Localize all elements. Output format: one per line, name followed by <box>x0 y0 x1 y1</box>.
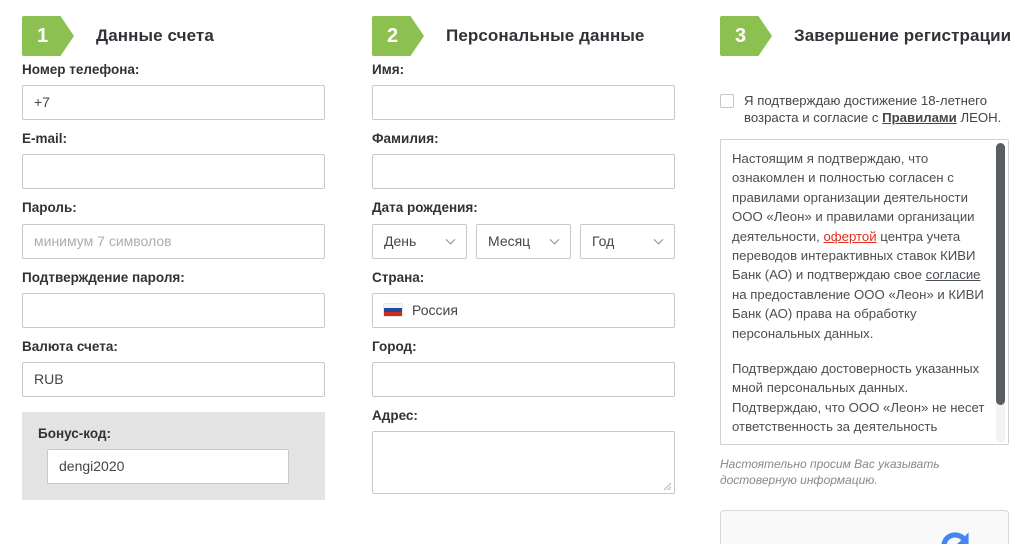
terms-scroll-box[interactable]: Настоящим я подтверждаю, что ознакомлен … <box>720 139 1009 445</box>
phone-label: Номер телефона: <box>22 62 140 77</box>
currency-input[interactable]: RUB <box>22 361 325 397</box>
field-phone: Номер телефона: +7 <box>22 62 360 121</box>
birth-day-value: День <box>384 233 417 250</box>
step-2-header: 2 Персональные данные <box>372 0 710 62</box>
field-birth-date: Дата рождения: День Месяц Год <box>372 200 710 259</box>
password-confirm-label: Подтверждение пароля: <box>22 269 185 285</box>
bonus-code-input[interactable]: dengi2020 <box>47 448 289 484</box>
age-consent-checkbox[interactable] <box>720 94 734 108</box>
step-3-header: 3 Завершение регистрации <box>720 0 1012 62</box>
city-input[interactable] <box>372 361 675 397</box>
phone-input[interactable]: +7 <box>22 85 325 121</box>
bonus-code-label: Бонус-код: <box>38 425 111 441</box>
field-last-name: Фамилия: <box>372 131 710 190</box>
registration-form: 1 Данные счета Номер телефона: +7 E-mail… <box>0 0 1024 560</box>
birth-year-value: Год <box>592 233 615 250</box>
bonus-code-panel: Бонус-код: dengi2020 <box>22 411 325 500</box>
step-1-title: Данные счета <box>96 26 214 45</box>
field-first-name: Имя: <box>372 62 710 121</box>
city-label: Город: <box>372 338 417 354</box>
consent-link[interactable]: согласие <box>926 267 981 282</box>
recaptcha-icon <box>941 532 969 544</box>
step-2-title: Персональные данные <box>446 26 645 45</box>
first-name-label: Имя: <box>372 62 405 77</box>
consent-text-part2: ЛЕОН. <box>956 110 1002 125</box>
column-account-data: 1 Данные счета Номер телефона: +7 E-mail… <box>0 0 360 560</box>
chevron-down-icon <box>444 235 457 248</box>
password-label: Пароль: <box>22 200 77 216</box>
last-name-label: Фамилия: <box>372 131 439 147</box>
country-value: Россия <box>412 302 458 319</box>
terms-paragraph-1: Настоящим я подтверждаю, что ознакомлен … <box>732 149 986 343</box>
step-1-header: 1 Данные счета <box>22 0 360 62</box>
field-password: Пароль: минимум 7 символов <box>22 200 360 259</box>
currency-label: Валюта счета: <box>22 338 118 354</box>
terms-paragraph-2: Подтверждаю достоверность указанных мной… <box>732 361 985 444</box>
column-personal-data: 2 Персональные данные Имя: Фамилия: Дата… <box>360 0 710 560</box>
first-name-input[interactable] <box>372 85 675 121</box>
terms-p1-c: на предоставление ООО «Леон» и КИВИ Банк… <box>732 286 984 341</box>
step-1-badge: 1 <box>22 16 74 56</box>
password-input[interactable]: минимум 7 символов <box>22 223 325 259</box>
chevron-down-icon <box>548 235 561 248</box>
age-consent-row[interactable]: Я подтверждаю достижение 18-летнего возр… <box>720 92 1012 126</box>
birth-day-select[interactable]: День <box>372 223 467 259</box>
step-2-badge: 2 <box>372 16 424 56</box>
column-completion: 3 Завершение регистрации Я подтверждаю д… <box>710 0 1024 560</box>
birth-date-selects: День Месяц Год <box>372 223 710 259</box>
field-address: Адрес: <box>372 407 710 495</box>
field-city: Город: <box>372 339 710 397</box>
recaptcha-widget[interactable] <box>720 510 1009 544</box>
step-3-title: Завершение регистрации <box>794 26 1012 45</box>
field-email: E-mail: <box>22 131 360 190</box>
chevron-down-icon <box>652 235 665 248</box>
step-3-badge: 3 <box>720 16 772 56</box>
address-label: Адрес: <box>372 407 418 423</box>
password-confirm-input[interactable] <box>22 292 325 328</box>
birth-year-select[interactable]: Год <box>580 223 675 259</box>
resize-handle-icon[interactable] <box>661 480 672 491</box>
accuracy-note: Настоятельно просим Вас указывать достов… <box>720 457 940 487</box>
rules-link[interactable]: Правилами <box>882 110 957 125</box>
birth-month-select[interactable]: Месяц <box>476 223 571 259</box>
field-currency: Валюта счета: RUB <box>22 339 360 397</box>
birth-month-value: Месяц <box>488 233 531 250</box>
address-textarea[interactable] <box>372 431 675 495</box>
terms-scrollbar-thumb[interactable] <box>996 143 1005 405</box>
birth-date-label: Дата рождения: <box>372 200 478 216</box>
country-select[interactable]: Россия <box>372 292 675 328</box>
age-consent-label: Я подтверждаю достижение 18-летнего возр… <box>744 92 1012 126</box>
terms-text: Настоящим я подтверждаю, что ознакомлен … <box>732 149 986 444</box>
last-name-input[interactable] <box>372 154 675 190</box>
country-label: Страна: <box>372 269 425 285</box>
field-country: Страна: Россия <box>372 270 710 328</box>
email-label: E-mail: <box>22 131 68 147</box>
offer-link[interactable]: офертой <box>823 229 876 244</box>
email-input[interactable] <box>22 154 325 190</box>
russia-flag-icon <box>384 304 402 317</box>
field-password-confirm: Подтверждение пароля: <box>22 270 360 328</box>
